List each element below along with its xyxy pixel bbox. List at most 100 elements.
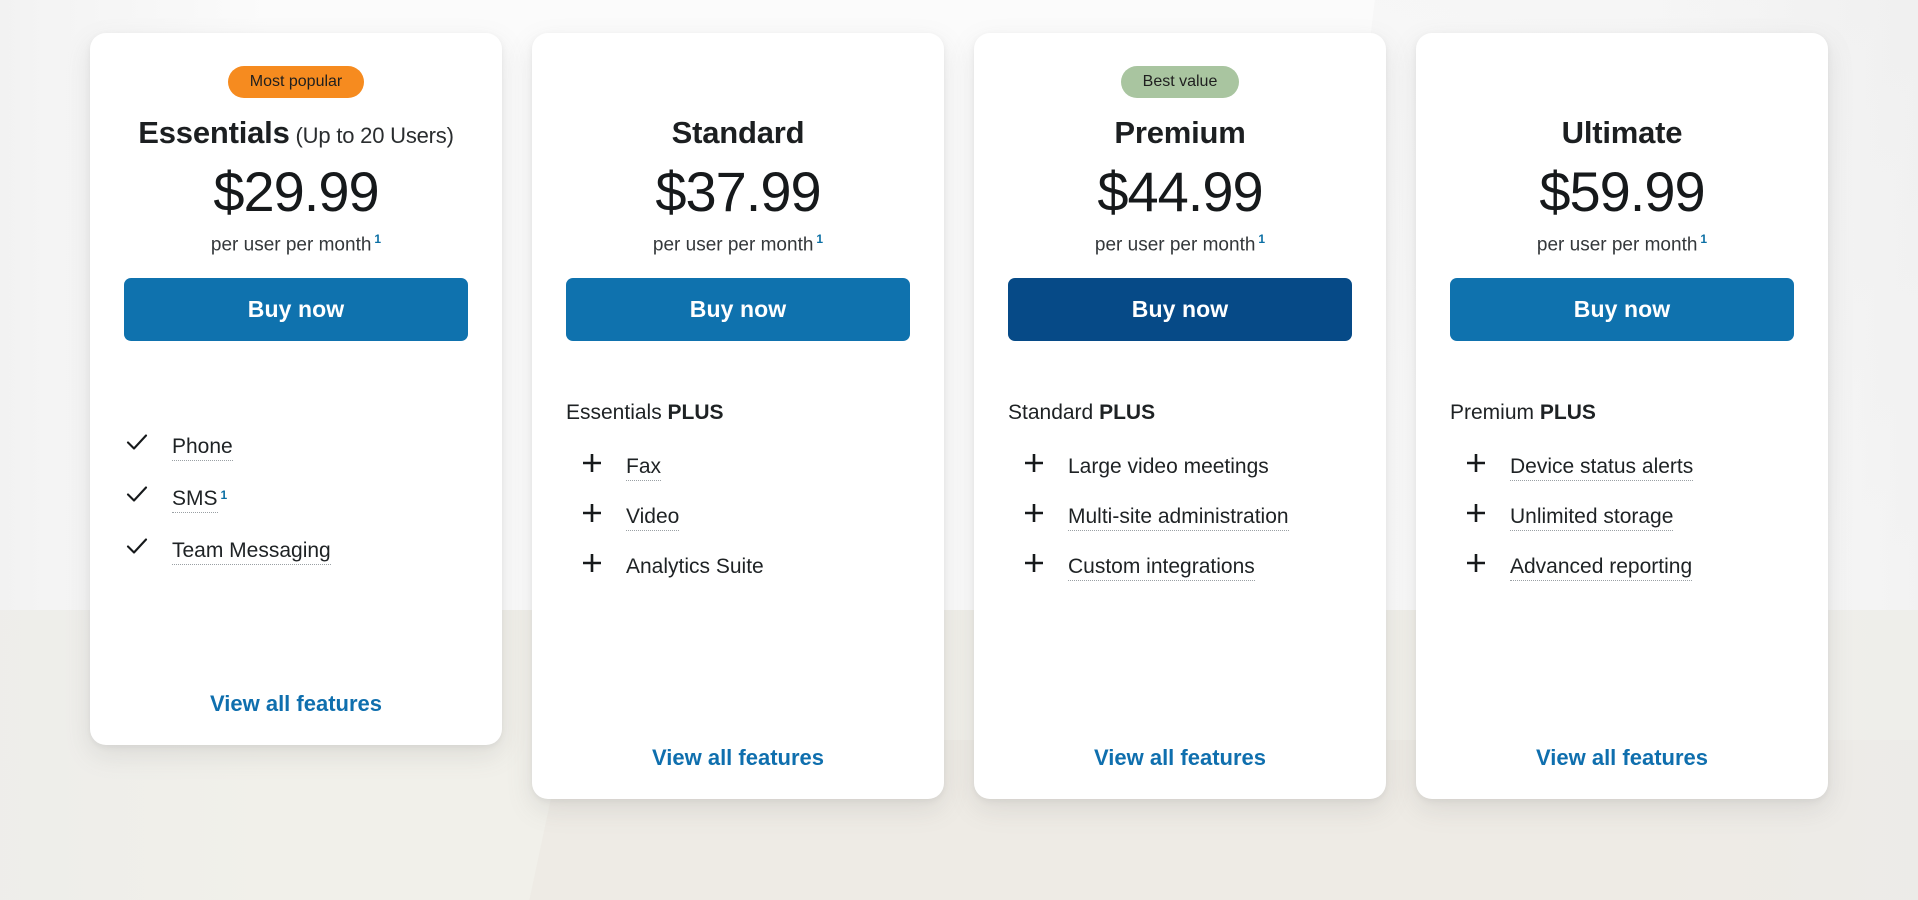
plan-price-note: per user per month 1: [566, 232, 910, 256]
feature-item: Analytics Suite: [580, 539, 910, 589]
feature-item: Custom integrations: [1022, 539, 1352, 589]
feature-item: Advanced reporting: [1464, 539, 1794, 589]
pricing-card: Standard $37.99 per user per month 1 Buy now…: [532, 33, 944, 799]
plan-name-suffix: (Up to 20 Users): [289, 123, 454, 148]
feature-label[interactable]: SMS: [172, 487, 218, 514]
feature-label[interactable]: Custom integrations: [1068, 555, 1255, 582]
feature-label[interactable]: Unlimited storage: [1510, 505, 1674, 532]
plan-includes-prefix: Premium: [1450, 401, 1540, 425]
view-all-features-link[interactable]: View all features: [652, 745, 824, 770]
footnote-marker[interactable]: 1: [816, 232, 823, 246]
plan-includes-header: Premium PLUS: [1450, 401, 1794, 425]
plan-name: Standard: [671, 115, 805, 150]
feature-label[interactable]: Team Messaging: [172, 539, 331, 566]
view-all-features-link[interactable]: View all features: [210, 691, 382, 716]
footnote-marker[interactable]: 1: [1700, 232, 1707, 246]
plus-icon: [580, 451, 604, 479]
plan-title: Standard: [566, 115, 910, 151]
plus-icon: [1022, 501, 1046, 529]
feature-list: Fax Video Analytics Suite: [580, 439, 910, 589]
plus-icon: [1022, 551, 1046, 579]
feature-list: Phone SMS 1 Team Messaging: [124, 417, 468, 573]
feature-label-wrap: Team Messaging: [172, 539, 331, 566]
badge-row: [566, 67, 910, 97]
feature-item: Fax: [580, 439, 910, 489]
plan-name: Ultimate: [1561, 115, 1683, 150]
feature-item: Large video meetings: [1022, 439, 1352, 489]
plan-includes-header: Essentials PLUS: [566, 401, 910, 425]
footnote-marker[interactable]: 1: [374, 232, 381, 246]
plan-name: Essentials: [138, 115, 290, 150]
feature-item: SMS 1: [124, 469, 468, 521]
feature-item: Multi-site administration: [1022, 489, 1352, 539]
feature-label-wrap: Unlimited storage: [1510, 505, 1674, 532]
check-icon: [124, 429, 150, 460]
feature-item: Unlimited storage: [1464, 489, 1794, 539]
feature-list: Device status alerts Unlimited storage Adv…: [1464, 439, 1794, 589]
plan-price-note-text: per user per month: [652, 234, 814, 256]
pricing-card: Most popular Essentials (Up to 20 Users) $…: [90, 33, 502, 745]
pricing-plan-list: Most popular Essentials (Up to 20 Users) $…: [0, 0, 1918, 799]
view-all-features-wrap: View all features: [1008, 721, 1352, 771]
feature-label-wrap: SMS 1: [172, 487, 228, 514]
plan-price-note: per user per month 1: [1450, 232, 1794, 256]
feature-label[interactable]: Multi-site administration: [1068, 505, 1289, 532]
buy-now-button[interactable]: Buy now: [1008, 278, 1352, 342]
feature-item: Team Messaging: [124, 521, 468, 573]
plus-icon: [1464, 501, 1488, 529]
check-icon: [124, 533, 150, 564]
view-all-features-wrap: View all features: [1450, 721, 1794, 771]
feature-label-wrap: Device status alerts: [1510, 455, 1694, 482]
feature-item: Video: [580, 489, 910, 539]
plan-name: Premium: [1114, 115, 1246, 150]
feature-label: Large video meetings: [1068, 455, 1269, 479]
plan-price: $59.99: [1539, 160, 1705, 223]
feature-label[interactable]: Advanced reporting: [1510, 555, 1693, 582]
feature-label-wrap: Multi-site administration: [1068, 505, 1289, 532]
plan-includes-header: Standard PLUS: [1008, 401, 1352, 425]
plan-includes-prefix: Essentials: [566, 401, 668, 425]
feature-label-wrap: Phone: [172, 435, 233, 462]
feature-label-wrap: Large video meetings: [1068, 455, 1269, 479]
plus-icon: [1464, 551, 1488, 579]
pricing-card: Best value Premium $44.99 per user per mont…: [974, 33, 1386, 799]
plan-includes-plus-word: PLUS: [1539, 401, 1596, 425]
plan-price-note-text: per user per month: [1094, 234, 1256, 256]
feature-item: Phone: [124, 417, 468, 469]
badge-row: [1450, 67, 1794, 97]
feature-label[interactable]: Phone: [172, 435, 233, 462]
plan-includes-prefix: Standard: [1008, 401, 1100, 425]
buy-now-button[interactable]: Buy now: [1450, 278, 1794, 342]
check-icon: [124, 481, 150, 512]
footnote-marker[interactable]: 1: [221, 488, 228, 502]
plan-price-note: per user per month 1: [124, 232, 468, 256]
plus-icon: [1022, 451, 1046, 479]
plan-includes-plus-word: PLUS: [1099, 401, 1156, 425]
feature-label-wrap: Analytics Suite: [626, 555, 764, 579]
plus-icon: [580, 501, 604, 529]
plan-title: Ultimate: [1450, 115, 1794, 151]
badge-row: Most popular: [124, 66, 468, 98]
feature-label-wrap: Advanced reporting: [1510, 555, 1693, 582]
buy-now-button[interactable]: Buy now: [124, 278, 468, 342]
view-all-features-link[interactable]: View all features: [1094, 745, 1266, 770]
plus-icon: [580, 551, 604, 579]
plan-badge: Best value: [1120, 66, 1240, 98]
view-all-features-wrap: View all features: [124, 667, 468, 717]
plan-price-note-text: per user per month: [1536, 234, 1698, 256]
plan-title: Essentials (Up to 20 Users): [124, 115, 468, 151]
feature-label[interactable]: Fax: [626, 455, 662, 482]
feature-label[interactable]: Video: [626, 505, 680, 532]
buy-now-button[interactable]: Buy now: [566, 278, 910, 342]
plan-price-note: per user per month 1: [1008, 232, 1352, 256]
plan-includes-plus-word: PLUS: [667, 401, 724, 425]
feature-label[interactable]: Device status alerts: [1510, 455, 1694, 482]
footnote-marker[interactable]: 1: [1258, 232, 1265, 246]
plan-title: Premium: [1008, 115, 1352, 151]
plan-price-note-text: per user per month: [210, 234, 372, 256]
feature-label-wrap: Fax: [626, 455, 662, 482]
feature-item: Device status alerts: [1464, 439, 1794, 489]
feature-label: Analytics Suite: [626, 555, 764, 579]
view-all-features-link[interactable]: View all features: [1536, 745, 1708, 770]
pricing-card: Ultimate $59.99 per user per month 1 Buy now…: [1416, 33, 1828, 799]
